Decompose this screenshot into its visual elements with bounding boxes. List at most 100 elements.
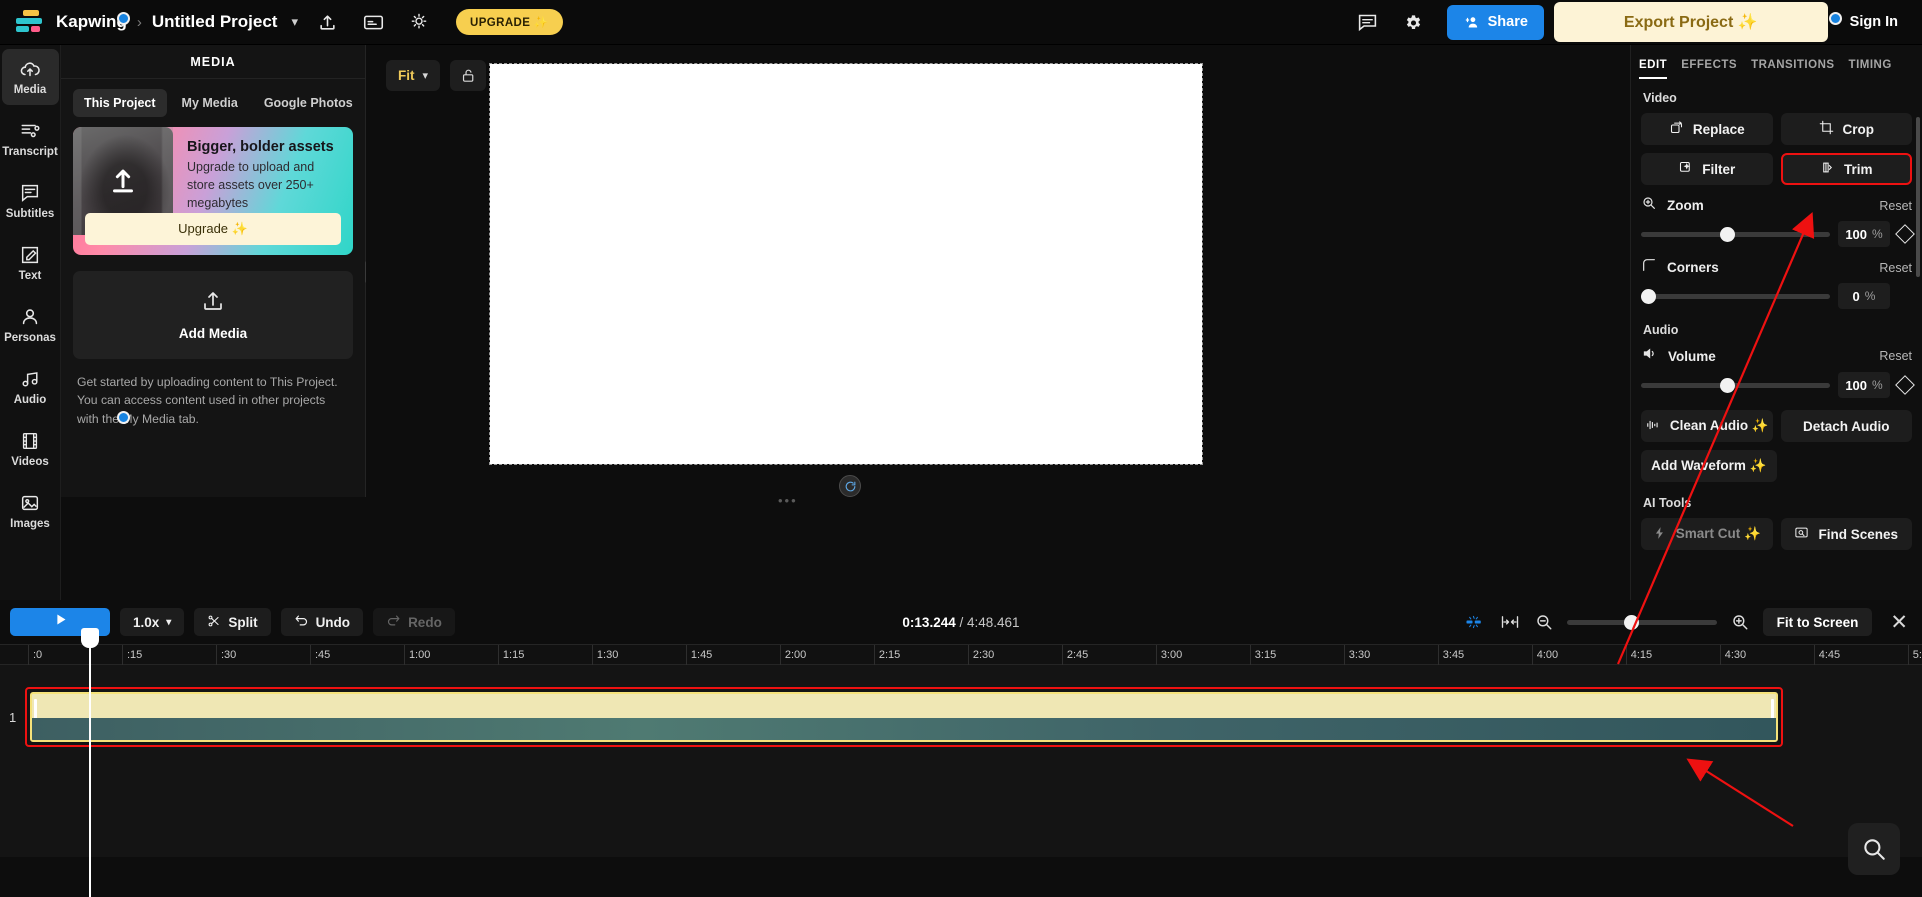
- canvas-area: Fit ▾ •••: [366, 45, 1630, 600]
- promo-upgrade-button[interactable]: Upgrade ✨: [85, 213, 341, 245]
- unlock-icon[interactable]: [450, 60, 487, 91]
- sign-in-button[interactable]: Sign In: [1836, 6, 1912, 38]
- fit-dropdown[interactable]: Fit ▾: [386, 60, 441, 91]
- timeline-ruler[interactable]: :0:15:30:45 1:00 1:15 1:30 1:45 2:00 2:15 2:30 2…: [0, 644, 1922, 666]
- sidebar-item-label: Images: [10, 518, 50, 530]
- sidebar-item-text[interactable]: Text: [2, 235, 59, 291]
- find-scenes-button[interactable]: Find Scenes: [1780, 518, 1912, 550]
- smart-cut-button[interactable]: Smart Cut ✨: [1641, 518, 1773, 550]
- crop-handle-bottom-left[interactable]: [117, 411, 130, 424]
- add-person-icon: [1465, 16, 1477, 27]
- playback-speed-dropdown[interactable]: 1.0x ▾: [120, 608, 185, 636]
- project-title[interactable]: Untitled Project: [152, 12, 278, 32]
- sidebar-item-label: Personas: [4, 332, 56, 344]
- close-icon[interactable]: ✕: [1886, 610, 1912, 635]
- detach-audio-button[interactable]: Detach Audio: [1780, 410, 1912, 442]
- filter-button[interactable]: Filter: [1641, 153, 1773, 185]
- clip-trim-handle-left[interactable]: [34, 699, 37, 739]
- panel-scrollbar[interactable]: [1916, 117, 1920, 277]
- timeline-clip[interactable]: [30, 692, 1778, 742]
- tab-timing[interactable]: TIMING: [1849, 59, 1892, 79]
- ruler-tick: 1:00: [403, 645, 430, 666]
- sidebar-item-audio[interactable]: Audio: [2, 359, 59, 415]
- sidebar-item-label: Transcript: [2, 146, 58, 158]
- kapwing-logo[interactable]: [14, 7, 44, 37]
- corners-slider[interactable]: [1641, 288, 1830, 304]
- tab-edit[interactable]: EDIT: [1639, 59, 1668, 79]
- sidebar-item-personas[interactable]: Personas: [2, 297, 59, 353]
- zoom-reset-link[interactable]: Reset: [1879, 199, 1912, 213]
- sidebar-item-videos[interactable]: Videos: [2, 421, 59, 477]
- captions-icon[interactable]: [356, 5, 390, 39]
- playhead-knob[interactable]: [81, 628, 99, 648]
- corners-label: Corners: [1667, 260, 1719, 275]
- tab-transitions[interactable]: TRANSITIONS: [1751, 59, 1834, 79]
- diamond-keyframe-icon[interactable]: [1895, 224, 1915, 244]
- playhead[interactable]: [81, 628, 99, 897]
- undo-arrow-icon: [294, 613, 309, 631]
- clip-trim-handle-right[interactable]: [1771, 699, 1774, 739]
- fit-to-screen-button[interactable]: Fit to Screen: [1762, 608, 1873, 636]
- timeline-zoom-slider[interactable]: [1566, 614, 1717, 630]
- chevron-down-icon[interactable]: ▾: [291, 14, 298, 30]
- zoom-in-icon[interactable]: [1731, 613, 1749, 631]
- top-bar: Kapwing › Untitled Project ▾ UPGRADE ✨ S…: [0, 0, 1922, 45]
- redo-arrow-icon: [386, 613, 401, 631]
- export-project-button[interactable]: Export Project ✨: [1553, 2, 1828, 42]
- timeline-right-controls: Fit to Screen ✕: [1463, 608, 1912, 636]
- corners-value-field[interactable]: 0 %: [1838, 283, 1890, 309]
- sidebar-item-media[interactable]: Media: [1, 49, 59, 105]
- add-waveform-button[interactable]: Add Waveform ✨: [1641, 450, 1777, 482]
- zoom-out-icon[interactable]: [1535, 613, 1553, 631]
- diamond-keyframe-icon[interactable]: [1895, 375, 1915, 395]
- tab-effects[interactable]: EFFECTS: [1681, 59, 1737, 79]
- brand-name[interactable]: Kapwing: [56, 12, 127, 32]
- split-button[interactable]: Split: [194, 608, 271, 636]
- crop-handle-top-right[interactable]: [1829, 12, 1842, 25]
- chevron-down-icon: ▾: [166, 616, 172, 628]
- volume-slider[interactable]: [1641, 377, 1830, 393]
- timeline-body: 1: [0, 665, 1922, 897]
- share-button[interactable]: Share: [1446, 4, 1544, 40]
- redo-button[interactable]: Redo: [373, 608, 455, 636]
- sidebar-item-subtitles[interactable]: Subtitles: [2, 173, 59, 229]
- snap-magnet-icon[interactable]: [1463, 613, 1485, 631]
- ruler-tick: 2:00: [779, 645, 806, 666]
- add-media-label: Add Media: [178, 326, 248, 341]
- right-panel-tabs: EDIT EFFECTS TRANSITIONS TIMING: [1631, 45, 1922, 79]
- search-icon[interactable]: [1848, 823, 1900, 875]
- corners-control-row: Corners Reset: [1641, 257, 1912, 278]
- bolt-icon: [1653, 526, 1667, 543]
- lightbulb-icon[interactable]: [402, 5, 436, 39]
- rotate-icon[interactable]: [839, 475, 861, 497]
- add-media-button[interactable]: Add Media: [73, 271, 353, 359]
- zoom-slider[interactable]: [1641, 226, 1830, 242]
- upgrade-badge[interactable]: UPGRADE ✨: [456, 9, 563, 35]
- fit-selection-icon[interactable]: [1499, 613, 1521, 631]
- upgrade-promo-card[interactable]: Bigger, bolder assets Upgrade to upload …: [73, 127, 353, 255]
- crop-handle-top-left[interactable]: [117, 12, 130, 25]
- corners-reset-link[interactable]: Reset: [1879, 261, 1912, 275]
- volume-reset-link[interactable]: Reset: [1879, 349, 1912, 363]
- undo-button[interactable]: Undo: [280, 608, 364, 636]
- zoom-value-field[interactable]: 100 %: [1838, 221, 1890, 247]
- clean-audio-button[interactable]: Clean Audio ✨: [1641, 410, 1773, 442]
- crop-button[interactable]: Crop: [1780, 113, 1912, 145]
- tab-my-media[interactable]: My Media: [171, 89, 249, 117]
- comment-icon[interactable]: [1351, 5, 1385, 39]
- tab-google-photos[interactable]: Google Photos: [253, 89, 364, 117]
- volume-value-field[interactable]: 100 %: [1838, 372, 1890, 398]
- replace-button[interactable]: Replace: [1641, 113, 1773, 145]
- video-preview-frame[interactable]: [489, 63, 1203, 465]
- canvas-resize-grip[interactable]: •••: [778, 493, 798, 508]
- time-readout: 0:13.244 / 4:48.461: [902, 615, 1019, 630]
- tab-this-project[interactable]: This Project: [73, 89, 167, 117]
- sidebar-item-images[interactable]: Images: [2, 483, 59, 539]
- gear-icon[interactable]: [1397, 5, 1431, 39]
- redo-label: Redo: [408, 614, 442, 630]
- upload-icon[interactable]: [310, 5, 344, 39]
- video-action-buttons: Replace Crop Filter Trim: [1641, 113, 1912, 185]
- sidebar-item-transcript[interactable]: Transcript: [2, 111, 59, 167]
- trim-button[interactable]: Trim: [1780, 153, 1912, 185]
- play-icon: [53, 612, 68, 632]
